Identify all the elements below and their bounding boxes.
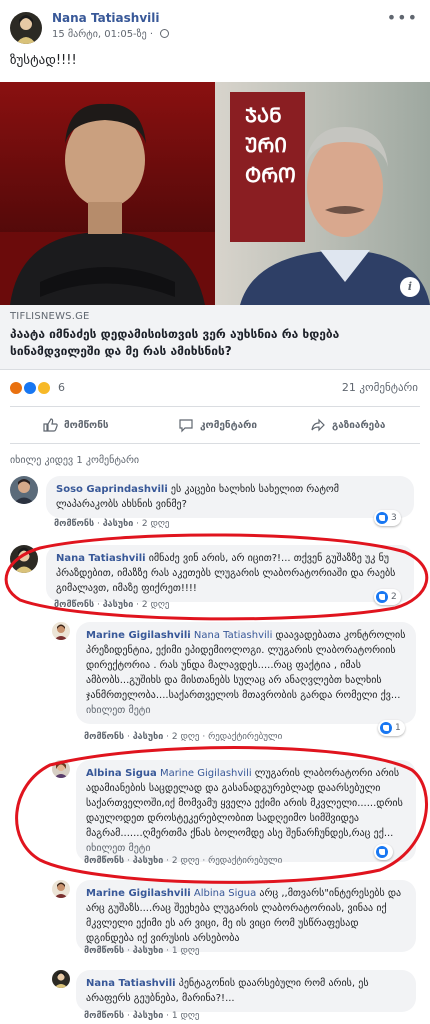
comment-like-link[interactable]: მომწონს (84, 1011, 124, 1021)
comment-actions: მომწონს · პასუხი · 2 დღე · რედაქტირებული (84, 732, 283, 742)
comment-edited[interactable]: რედაქტირებული (208, 732, 282, 742)
svg-text:ᲢᲠᲝ: ᲢᲠᲝ (245, 163, 296, 187)
reply-comment: Marine Gigilashvili Albina Sigua არც ,,მ… (52, 880, 420, 960)
post-header: Nana Tatiashvili 15 მარტი, 01:05-ზე · ••… (0, 0, 430, 52)
comment-author[interactable]: Nana Tatiashvili (86, 978, 176, 989)
comment-reply-link[interactable]: პასუხი (133, 732, 164, 742)
reaction-count[interactable]: 6 (58, 381, 65, 394)
like-button-label: მომწონს (64, 419, 109, 431)
author-name[interactable]: Nana Tatiashvili (52, 11, 160, 25)
comment-mention[interactable]: Nana Tatiashvili (191, 630, 272, 641)
see-more-link[interactable]: იხილეთ მეტი (86, 705, 151, 716)
post-time-text[interactable]: 15 მარტი, 01:05-ზე · (52, 29, 156, 40)
avatar[interactable] (10, 476, 38, 504)
avatar[interactable] (10, 545, 38, 573)
comment-button[interactable]: კომენტარი (178, 407, 257, 443)
comment-icon (179, 419, 193, 433)
comment-like-badge[interactable]: 3 (374, 510, 401, 526)
comment-count[interactable]: 21 კომენტარი (342, 381, 418, 394)
comment-reply-link[interactable]: პასუხი (103, 600, 134, 610)
comment-like-count: 3 (391, 513, 397, 523)
comment-bubble: Soso Gaprindashvili ეს კაცები ხალხის სახ… (46, 476, 414, 518)
comment-actions: მომწონს · პასუხი · 2 დღე (54, 519, 170, 529)
post-timestamp[interactable]: 15 მარტი, 01:05-ზე · (52, 29, 170, 40)
see-more-link[interactable]: იხილეთ მეტი (86, 843, 151, 854)
comment-reply-link[interactable]: პასუხი (133, 946, 164, 956)
comment-like-link[interactable]: მომწონს (84, 732, 124, 742)
like-badge-icon (376, 512, 388, 524)
svg-text:ᲯᲐᲜ: ᲯᲐᲜ (245, 103, 282, 127)
comment-like-link[interactable]: მომწონს (84, 856, 124, 866)
comment-actions: მომწონს · პასუხი · 2 დღე (54, 600, 170, 610)
like-badge-icon (376, 846, 388, 858)
comment-reply-link[interactable]: პასუხი (133, 856, 164, 866)
comment-actions: მომწონს · პასუხი · 1 დღე (84, 946, 200, 956)
avatar[interactable] (52, 970, 70, 988)
comment-time[interactable]: 2 დღე (172, 732, 200, 742)
comment-like-link[interactable]: მომწონს (54, 600, 94, 610)
comment-author[interactable]: Marine Gigilashvili (86, 630, 191, 641)
link-title[interactable]: პაატა იმნაძეს დედამისისთვის ვერ აუხსნია … (10, 326, 420, 360)
globe-icon (160, 29, 170, 38)
comment-reply-link[interactable]: პასუხი (103, 519, 134, 529)
reply-comment: Marine Gigilashvili Nana Tatiashvili დაა… (52, 622, 420, 746)
comment: Nana Tatiashvili იმნაძე ვინ არის, არ იცი… (10, 545, 420, 615)
author-avatar[interactable] (10, 12, 42, 44)
comment-like-badge[interactable]: 2 (374, 589, 401, 605)
comment-edited[interactable]: რედაქტირებული (208, 856, 282, 866)
avatar[interactable] (52, 880, 70, 898)
comment-author[interactable]: Soso Gaprindashvili (56, 484, 168, 495)
comment-like-link[interactable]: მომწონს (84, 946, 124, 956)
comment-author[interactable]: Marine Gigilashvili (86, 888, 191, 899)
share-icon (311, 418, 325, 432)
comment-like-badge[interactable] (374, 844, 393, 860)
comment-button-label: კომენტარი (200, 419, 258, 431)
like-button[interactable]: მომწონს (42, 407, 109, 443)
thumbs-up-icon (43, 418, 58, 432)
link-photo: ᲯᲐᲜ ᲣᲠᲘ ᲢᲠᲝ (0, 82, 430, 305)
avatar[interactable] (52, 760, 70, 778)
view-previous-comments-link[interactable]: იხილე კიდევ 1 კომენტარი (10, 455, 139, 466)
actions-bar: მომწონს კომენტარი გაზიარება (10, 406, 420, 444)
reply-comment: Albina Sigua Marine Gigilashvili ლუგარის… (52, 760, 420, 870)
comment-mention[interactable]: Albina Sigua (191, 888, 256, 899)
reply-comment: Nana Tatiashvili პენტაგონის დაარსებული რ… (52, 970, 420, 1022)
avatar[interactable] (52, 622, 70, 640)
link-preview-image[interactable]: ᲯᲐᲜ ᲣᲠᲘ ᲢᲠᲝ i (0, 82, 430, 305)
comment-actions: მომწონს · პასუხი · 1 დღე (84, 1011, 200, 1021)
comment-time[interactable]: 2 დღე (172, 856, 200, 866)
info-icon[interactable]: i (400, 277, 420, 297)
link-preview-box[interactable]: TIFLISNEWS.GE პაატა იმნაძეს დედამისისთვი… (0, 305, 430, 370)
share-button[interactable]: გაზიარება (310, 407, 385, 443)
comment-time[interactable]: 2 დღე (142, 519, 170, 529)
comment-time[interactable]: 1 დღე (172, 946, 200, 956)
comment-bubble: Albina Sigua Marine Gigilashvili ლუგარის… (76, 760, 416, 862)
comment-like-link[interactable]: მომწონს (54, 519, 94, 529)
comment-mention[interactable]: Marine Gigilashvili (157, 768, 252, 779)
svg-text:ᲣᲠᲘ: ᲣᲠᲘ (245, 133, 287, 157)
comment: Soso Gaprindashvili ეს კაცები ხალხის სახ… (10, 476, 420, 538)
comment-like-badge[interactable]: 1 (378, 720, 405, 736)
comment-bubble: Nana Tatiashvili პენტაგონის დაარსებული რ… (76, 970, 416, 1012)
comment-like-count: 2 (391, 592, 397, 602)
share-button-label: გაზიარება (332, 419, 386, 431)
reactions-bar: 6 21 კომენტარი (0, 376, 430, 400)
comment-bubble: Nana Tatiashvili იმნაძე ვინ არის, არ იცი… (46, 545, 414, 602)
more-options-icon[interactable]: ••• (387, 8, 418, 27)
comment-author[interactable]: Nana Tatiashvili (56, 553, 146, 564)
comment-reply-link[interactable]: პასუხი (133, 1011, 164, 1021)
comment-like-count: 1 (395, 723, 401, 733)
comment-actions: მომწონს · პასუხი · 2 დღე · რედაქტირებული (84, 856, 283, 866)
comment-author[interactable]: Albina Sigua (86, 768, 157, 779)
like-badge-icon (380, 722, 392, 734)
comment-time[interactable]: 1 დღე (172, 1011, 200, 1021)
haha-reaction-icon[interactable] (36, 380, 52, 396)
link-domain: TIFLISNEWS.GE (10, 311, 90, 322)
like-badge-icon (376, 591, 388, 603)
comment-bubble: Marine Gigilashvili Albina Sigua არც ,,მ… (76, 880, 416, 952)
comment-time[interactable]: 2 დღე (142, 600, 170, 610)
post-text: ზუსტად!!!! (10, 53, 77, 68)
comment-bubble: Marine Gigilashvili Nana Tatiashvili დაა… (76, 622, 416, 724)
